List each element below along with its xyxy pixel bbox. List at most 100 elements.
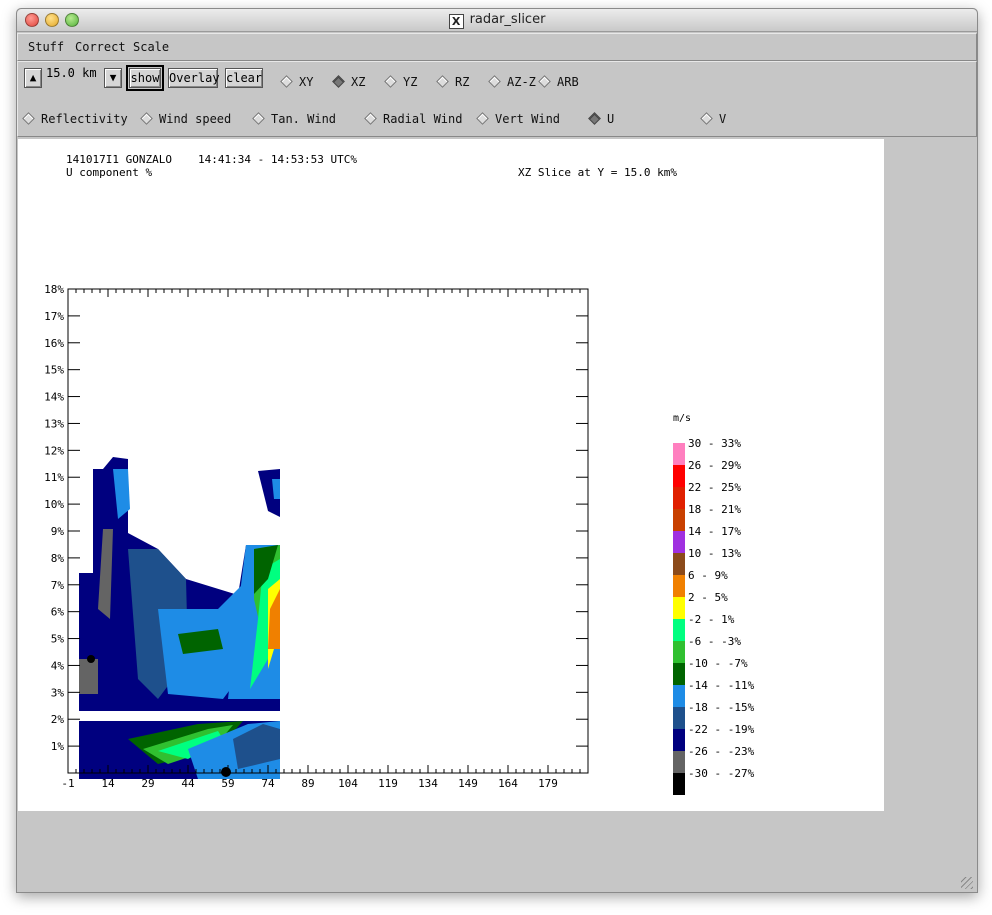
- y-tick-label: 5%: [51, 633, 65, 646]
- legend-label: 10 - 13%: [688, 547, 741, 560]
- plot-canvas[interactable]: 141017I1 GONZALO 14:41:34 - 14:53:53 UTC…: [18, 139, 884, 811]
- legend-swatch: [673, 509, 685, 531]
- legend-swatch: [673, 729, 685, 751]
- decrease-km-button[interactable]: ▼: [104, 68, 122, 88]
- legend-label: 26 - 29%: [688, 459, 741, 472]
- y-tick-label: 16%: [44, 337, 64, 350]
- overlay-button[interactable]: Overlay: [168, 68, 220, 88]
- legend-label: 2 - 5%: [688, 591, 728, 604]
- radio-indicator: [252, 112, 265, 125]
- clear-button[interactable]: clear: [225, 68, 263, 88]
- window-title: Xradar_slicer: [17, 12, 977, 29]
- legend-label: -30 - -27%: [688, 767, 755, 780]
- y-tick-label: 8%: [51, 552, 65, 565]
- legend-swatch: [673, 663, 685, 685]
- legend-label: 14 - 17%: [688, 525, 741, 538]
- radio-indicator: [436, 75, 449, 88]
- radio-label: U: [607, 112, 615, 126]
- x-tick-label: 134: [418, 777, 438, 790]
- y-tick-label: 1%: [51, 740, 65, 753]
- field-radial-wind[interactable]: Radial Wind: [364, 112, 462, 126]
- x-tick-label: 89: [301, 777, 314, 790]
- y-tick-label: 18%: [44, 283, 64, 296]
- legend-swatch: [673, 553, 685, 575]
- radio-indicator: [384, 75, 397, 88]
- heatmap-field: [79, 457, 280, 779]
- menu-scale[interactable]: Scale: [133, 40, 169, 54]
- y-tick-label: 13%: [44, 417, 64, 430]
- radio-indicator: [22, 112, 35, 125]
- field-u[interactable]: U: [588, 112, 615, 126]
- x-tick-label: 119: [378, 777, 398, 790]
- legend-label: -6 - -3%: [688, 635, 741, 648]
- radio-xy[interactable]: XY: [280, 75, 314, 89]
- y-tick-label: 9%: [51, 525, 65, 538]
- legend-swatch: [673, 751, 685, 773]
- radio-indicator: [488, 75, 501, 88]
- y-tick-label: 3%: [51, 686, 65, 699]
- increase-km-button[interactable]: ▲: [24, 68, 42, 88]
- menu-stuff[interactable]: Stuff: [28, 40, 64, 54]
- title-bar[interactable]: Xradar_slicer: [17, 9, 977, 32]
- x-tick-label: 149: [458, 777, 478, 790]
- km-value: 15.0 km: [46, 66, 97, 80]
- field-reflectivity[interactable]: Reflectivity: [22, 112, 128, 126]
- field-wind-speed[interactable]: Wind speed: [140, 112, 232, 126]
- x-tick-label: 14: [101, 777, 115, 790]
- legend-label: -22 - -19%: [688, 723, 755, 736]
- x-tick-label: 164: [498, 777, 518, 790]
- window-title-text: radar_slicer: [469, 12, 546, 27]
- field-tan-wind[interactable]: Tan. Wind: [252, 112, 337, 126]
- resize-grip-icon[interactable]: [961, 877, 973, 889]
- field-vert-wind[interactable]: Vert Wind: [476, 112, 561, 126]
- legend-swatch: [673, 685, 685, 707]
- legend-swatch: [673, 597, 685, 619]
- plot-svg: -1 14 29 44 59 74 89 104 119 134 149 164 179 1% 2% 3% 4%…: [44, 283, 755, 795]
- radio-arb[interactable]: ARB: [538, 75, 579, 89]
- radio-indicator: [140, 112, 153, 125]
- legend-swatch: [673, 487, 685, 509]
- radio-yz[interactable]: YZ: [384, 75, 418, 89]
- legend-label: 30 - 33%: [688, 437, 741, 450]
- bottom-panel: [17, 811, 975, 891]
- radio-indicator: [476, 112, 489, 125]
- legend-label: 18 - 21%: [688, 503, 741, 516]
- radio-label: RZ: [455, 75, 470, 89]
- radio-label: ARB: [557, 75, 579, 89]
- x-tick-label: 74: [261, 777, 275, 790]
- radio-label: V: [719, 112, 727, 126]
- radio-az-z[interactable]: AZ-Z: [488, 75, 536, 89]
- legend-label: 22 - 25%: [688, 481, 741, 494]
- radio-label: AZ-Z: [507, 75, 536, 89]
- y-tick-label: 12%: [44, 444, 64, 457]
- radio-label: Vert Wind: [495, 112, 561, 126]
- right-panel: [884, 139, 976, 811]
- legend-swatch: [673, 443, 685, 465]
- y-tick-label: 11%: [44, 471, 64, 484]
- radio-xz[interactable]: XZ: [332, 75, 366, 89]
- radio-label: XY: [299, 75, 314, 89]
- x-tick-label: 104: [338, 777, 358, 790]
- radio-rz[interactable]: RZ: [436, 75, 470, 89]
- radio-label: Wind speed: [159, 112, 232, 126]
- menu-correct[interactable]: Correct: [75, 40, 126, 54]
- control-panel: ▲ 15.0 km ▼ show Overlay clear XY XZ YZ …: [17, 61, 977, 137]
- radio-label: XZ: [351, 75, 366, 89]
- app-window: Xradar_slicer Stuff Correct Scale ▲ 15.0…: [16, 8, 978, 893]
- radio-indicator: [700, 112, 713, 125]
- y-tick-label: 17%: [44, 310, 64, 323]
- radio-label: YZ: [403, 75, 418, 89]
- radio-indicator: [364, 112, 377, 125]
- x-tick-label: -1: [61, 777, 74, 790]
- field-v[interactable]: V: [700, 112, 727, 126]
- radio-indicator: [280, 75, 293, 88]
- legend-swatch: [673, 619, 685, 641]
- y-tick-label: 15%: [44, 364, 64, 377]
- legend-swatch: [673, 707, 685, 729]
- show-button[interactable]: show: [126, 65, 164, 91]
- y-tick-label: 10%: [44, 498, 64, 511]
- x11-icon: X: [448, 14, 464, 29]
- legend-label: -14 - -11%: [688, 679, 755, 692]
- x-tick-label: 44: [181, 777, 195, 790]
- radio-label: Tan. Wind: [271, 112, 337, 126]
